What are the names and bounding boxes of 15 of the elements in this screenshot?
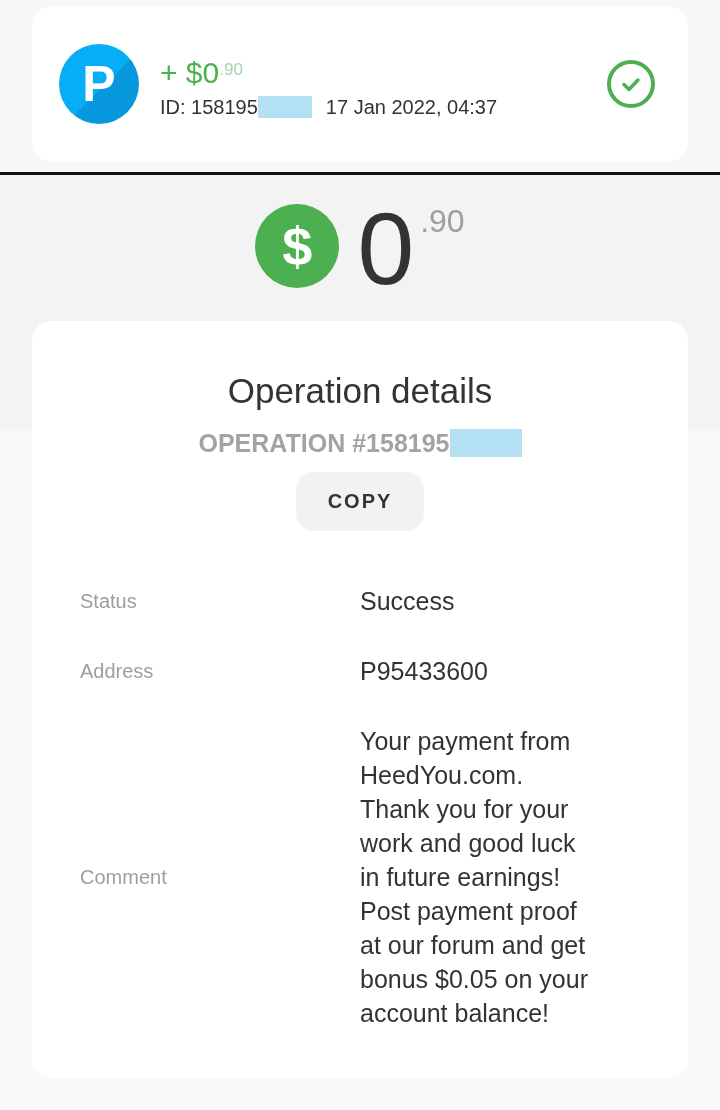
field-value: P95433600: [360, 656, 488, 687]
details-title: Operation details: [227, 371, 493, 411]
field-value: Your payment from HeedYou.com. Thank you for your work and good luck in future earnings! Post payment proof at our forum and get bonus $0.05 on your account balance!: [360, 726, 589, 1029]
balance-amount: 0$^{.90}$: [357, 204, 465, 291]
field-label: Comment: [80, 865, 167, 889]
field-label: Status: [80, 589, 137, 613]
dollar-coin: $: [255, 204, 340, 288]
transaction-id: ID: 158195: [160, 95, 258, 119]
brand-logo: P: [59, 44, 139, 124]
field-label: Address: [80, 659, 154, 683]
field-value: Success: [360, 586, 455, 617]
copy-button[interactable]: COPY: [296, 472, 424, 531]
transaction-date: 17 Jan 2022, 04:37: [325, 95, 498, 119]
amount-text: + $0$^{.90}$: [160, 55, 243, 90]
operation-number: OPERATION #158195: [198, 428, 450, 458]
